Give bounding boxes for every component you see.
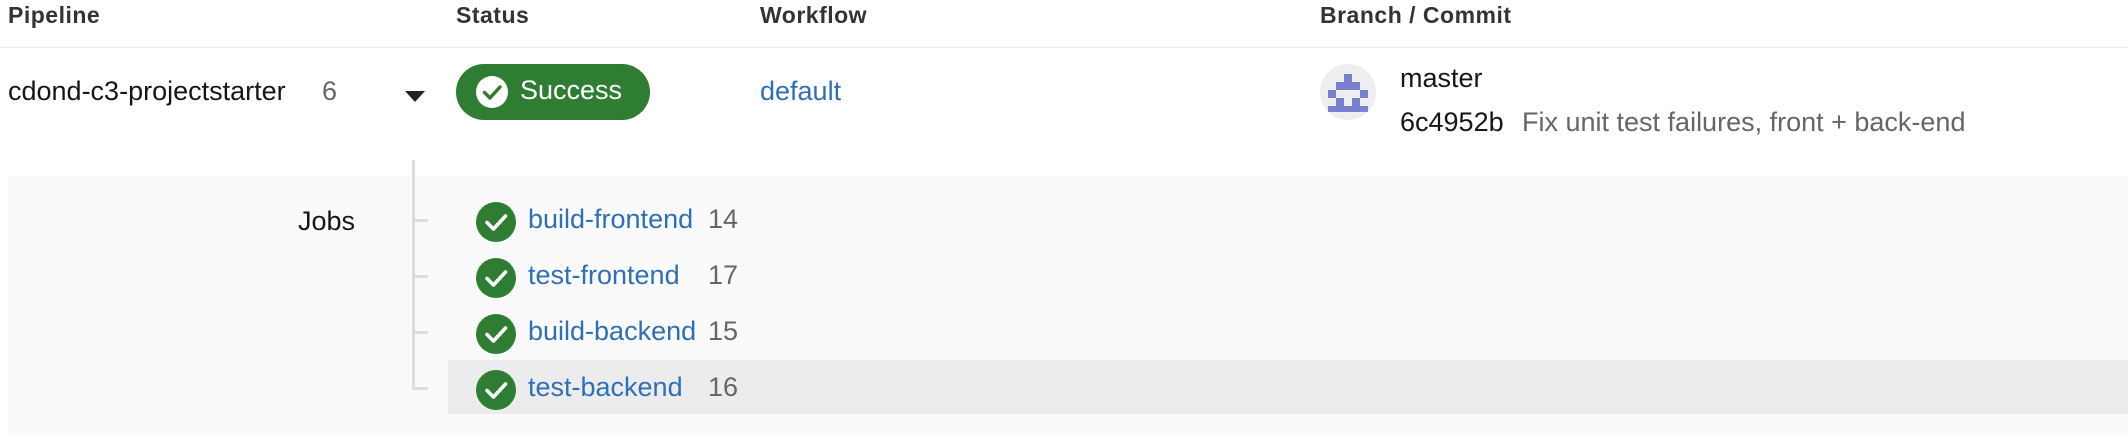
job-link-test-frontend[interactable]: test-frontend [528,260,680,291]
check-circle-icon [476,202,516,242]
pipeline-row: cdond-c3-projectstarter 6 Success defaul… [0,48,2128,176]
job-row[interactable]: test-frontend 17 [448,248,2128,302]
column-header-status: Status [456,2,530,28]
job-link-build-frontend[interactable]: build-frontend [528,204,693,235]
job-number: 15 [708,316,739,346]
tree-branch [412,219,428,222]
status-label: Success [520,75,623,105]
pipeline-name: cdond-c3-projectstarter [8,76,286,106]
jobs-panel: Jobs build-frontend 14 test-frontend 17 … [8,160,2128,436]
status-badge[interactable]: Success [456,64,650,120]
column-header-branch-commit: Branch / Commit [1320,2,1512,28]
job-row[interactable]: build-frontend 14 [448,192,2128,246]
check-circle-icon [476,370,516,410]
job-row[interactable]: build-backend 15 [448,304,2128,358]
commit-message: Fix unit test failures, front + back-end [1522,107,1966,137]
check-circle-icon [476,314,516,354]
job-link-test-backend[interactable]: test-backend [528,372,683,403]
workflow-link[interactable]: default [760,76,841,107]
branch-name: master [1400,63,1483,93]
job-number: 16 [708,372,739,402]
job-number: 17 [708,260,739,290]
jobs-label: Jobs [298,206,356,236]
check-circle-icon [476,76,508,108]
column-header-pipeline: Pipeline [8,2,101,28]
user-avatar[interactable] [1320,64,1376,120]
tree-branch [412,331,428,334]
table-header: Pipeline Status Workflow Branch / Commit [0,0,2128,48]
tree-branch [412,387,428,390]
pipeline-number: 6 [322,76,338,106]
commit-hash-link[interactable]: 6c4952b [1400,107,1504,138]
job-link-build-backend[interactable]: build-backend [528,316,696,347]
job-row[interactable]: test-backend 16 [448,360,2128,414]
check-circle-icon [476,258,516,298]
column-header-workflow: Workflow [760,2,868,28]
chevron-down-icon [405,91,425,102]
expand-jobs-button[interactable] [400,84,430,108]
job-number: 14 [708,204,739,234]
tree-branch [412,275,428,278]
